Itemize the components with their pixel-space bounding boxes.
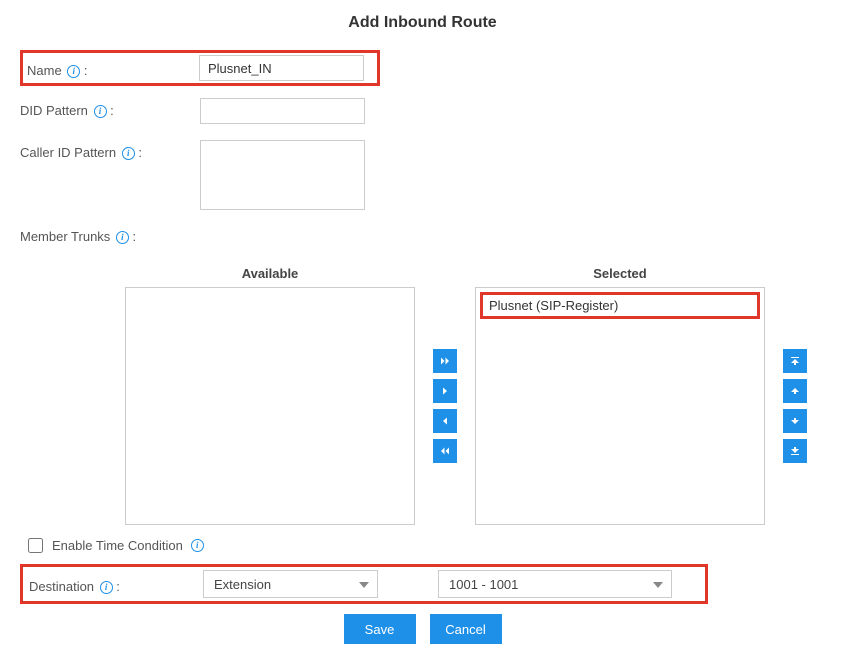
info-icon[interactable]: i: [191, 539, 204, 552]
destination-value-value: 1001 - 1001: [449, 577, 518, 592]
dual-list: Available Selected Plusnet (SIP-Register…: [125, 266, 825, 525]
did-label-text: DID Pattern: [20, 103, 88, 118]
destination-type-select[interactable]: Extension: [203, 570, 378, 598]
selected-header: Selected: [475, 266, 765, 281]
action-row: Save Cancel: [20, 614, 825, 644]
destination-value-select[interactable]: 1001 - 1001: [438, 570, 672, 598]
cid-input[interactable]: [200, 140, 365, 210]
enable-time-checkbox[interactable]: [28, 538, 43, 553]
move-top-button[interactable]: [783, 349, 807, 373]
name-input[interactable]: [199, 55, 364, 81]
info-icon[interactable]: i: [67, 65, 80, 78]
cid-row: Caller ID Pattern i :: [20, 140, 825, 210]
info-icon[interactable]: i: [122, 147, 135, 160]
info-icon[interactable]: i: [100, 581, 113, 594]
available-col: Available: [125, 266, 415, 525]
enable-time-label: Enable Time Condition: [52, 538, 183, 553]
available-listbox[interactable]: [125, 287, 415, 525]
selected-col: Selected Plusnet (SIP-Register): [475, 266, 765, 525]
selected-listbox[interactable]: Plusnet (SIP-Register): [475, 287, 765, 525]
enable-time-row: Enable Time Condition i: [24, 535, 825, 556]
name-row: Name i :: [20, 50, 380, 86]
cid-label-text: Caller ID Pattern: [20, 145, 116, 160]
page-title: Add Inbound Route: [20, 14, 825, 32]
name-label: Name i :: [23, 58, 199, 78]
cid-label: Caller ID Pattern i :: [20, 140, 200, 160]
destination-type-value: Extension: [214, 577, 271, 592]
save-button[interactable]: Save: [344, 614, 416, 644]
move-left-button[interactable]: [433, 409, 457, 433]
list-item[interactable]: Plusnet (SIP-Register): [480, 292, 760, 319]
member-trunks-label: Member Trunks i :: [20, 224, 136, 244]
destination-row: Destination i : Extension 1001 - 1001: [20, 564, 708, 604]
member-trunks-row: Member Trunks i :: [20, 224, 825, 252]
move-all-left-button[interactable]: [433, 439, 457, 463]
cancel-button[interactable]: Cancel: [430, 614, 502, 644]
transfer-buttons: [433, 266, 457, 525]
available-header: Available: [125, 266, 415, 281]
did-row: DID Pattern i :: [20, 98, 825, 126]
name-label-text: Name: [27, 63, 62, 78]
move-down-button[interactable]: [783, 409, 807, 433]
info-icon[interactable]: i: [94, 105, 107, 118]
member-trunks-label-text: Member Trunks: [20, 229, 110, 244]
order-buttons: [783, 266, 807, 525]
destination-label-text: Destination: [29, 579, 94, 594]
move-bottom-button[interactable]: [783, 439, 807, 463]
move-up-button[interactable]: [783, 379, 807, 403]
did-input[interactable]: [200, 98, 365, 124]
did-label: DID Pattern i :: [20, 98, 200, 118]
move-right-button[interactable]: [433, 379, 457, 403]
move-all-right-button[interactable]: [433, 349, 457, 373]
destination-label: Destination i :: [27, 574, 203, 594]
info-icon[interactable]: i: [116, 231, 129, 244]
